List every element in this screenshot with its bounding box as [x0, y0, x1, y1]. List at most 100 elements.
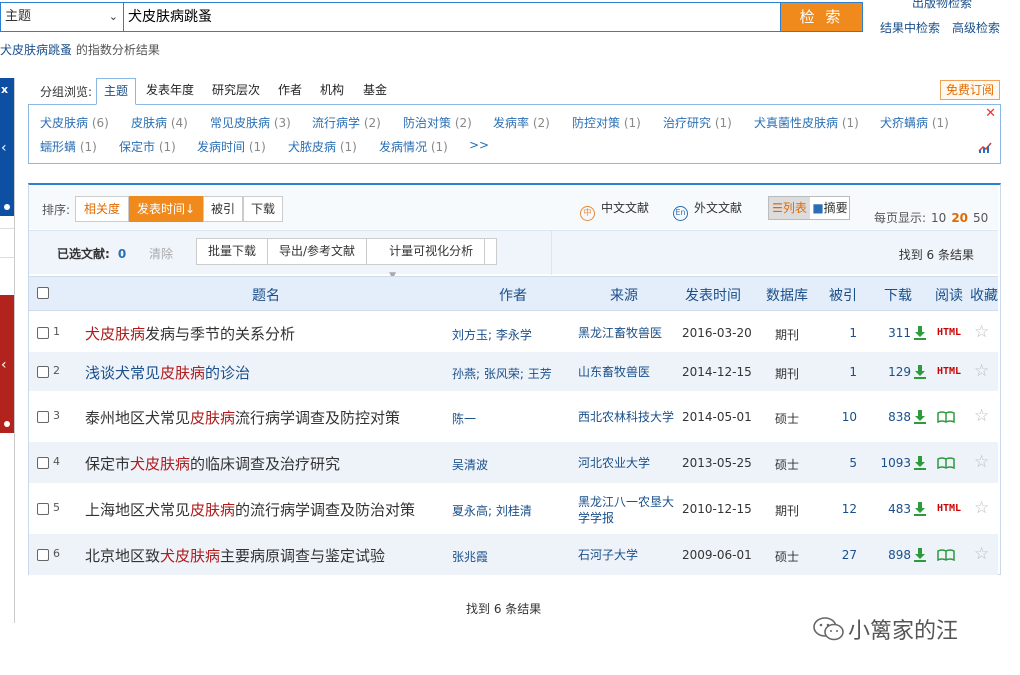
sort-relevance[interactable]: 相关度	[75, 196, 129, 222]
advanced-search-link[interactable]: 高级检索	[952, 19, 1000, 36]
tab-level[interactable]: 研究层次	[212, 78, 260, 105]
tab-author[interactable]: 作者	[278, 78, 302, 105]
cited-count[interactable]: 1	[819, 365, 857, 379]
source-link[interactable]: 黑龙江八一农垦大学学报	[578, 494, 678, 526]
list-view-button[interactable]: ☰列表	[769, 197, 810, 219]
sort-download[interactable]: 下载	[243, 196, 283, 222]
group-item[interactable]: 犬真菌性皮肤病 (1)	[754, 114, 859, 131]
group-item[interactable]: 防控对策 (1)	[572, 114, 641, 131]
trend-chart-icon[interactable]	[978, 141, 992, 153]
source-link[interactable]: 山东畜牧兽医	[578, 364, 678, 380]
index-keyword-link[interactable]: 犬皮肤病跳蚤	[0, 43, 72, 57]
row-checkbox[interactable]	[37, 327, 49, 342]
per-page-50[interactable]: 50	[973, 211, 988, 225]
author-link[interactable]: 孙燕; 张风荣; 王芳	[452, 365, 552, 382]
sort-date[interactable]: 发表时间↓	[129, 196, 203, 222]
download-count[interactable]: 898	[869, 548, 911, 562]
group-item[interactable]: 犬皮肤病 (6)	[40, 114, 109, 131]
book-icon[interactable]	[937, 457, 955, 469]
group-item[interactable]: 常见皮肤病 (3)	[210, 114, 291, 131]
title-link[interactable]: 上海地区犬常见皮肤病的流行病学调查及防治对策	[85, 499, 415, 520]
favorite-star-icon[interactable]: ☆	[974, 406, 989, 426]
download-icon[interactable]	[913, 364, 927, 379]
download-icon[interactable]	[913, 501, 927, 516]
cited-count[interactable]: 5	[819, 456, 857, 470]
download-icon[interactable]	[913, 325, 927, 340]
source-link[interactable]: 西北农林科技大学	[578, 409, 678, 425]
title-link[interactable]: 犬皮肤病发病与季节的关系分析	[85, 323, 295, 344]
batch-download-button[interactable]: 批量下载	[197, 239, 269, 264]
title-link[interactable]: 保定市犬皮肤病的临床调查及治疗研究	[85, 453, 340, 474]
title-link[interactable]: 浅谈犬常见皮肤病的诊治	[85, 362, 250, 383]
close-icon[interactable]: ✕	[985, 106, 996, 121]
left-grey-tab[interactable]	[0, 228, 14, 258]
group-item[interactable]: 发病率 (2)	[493, 114, 550, 131]
free-subscribe-button[interactable]: 免费订阅	[940, 80, 1000, 100]
favorite-star-icon[interactable]: ☆	[974, 361, 989, 381]
html-read-link[interactable]: HTML	[937, 503, 961, 514]
title-link[interactable]: 泰州地区犬常见皮肤病流行病学调查及防控对策	[85, 407, 400, 428]
download-count[interactable]: 838	[869, 410, 911, 424]
cited-count[interactable]: 1	[819, 326, 857, 340]
group-item[interactable]: 治疗研究 (1)	[663, 114, 732, 131]
group-item[interactable]: 发病情况 (1)	[379, 138, 448, 155]
group-item[interactable]: 保定市 (1)	[119, 138, 176, 155]
per-page-20[interactable]: 20	[951, 211, 968, 225]
left-banner-blue[interactable]: x ‹	[0, 78, 14, 216]
author-link[interactable]: 陈一	[452, 410, 476, 427]
author-link[interactable]: 刘方玉; 李永学	[452, 326, 532, 343]
download-count[interactable]: 1093	[869, 456, 911, 470]
source-link[interactable]: 河北农业大学	[578, 455, 678, 471]
group-item[interactable]: 防治对策 (2)	[403, 114, 472, 131]
abstract-view-button[interactable]: ■摘要	[810, 197, 850, 219]
per-page-10[interactable]: 10	[931, 211, 946, 225]
clear-button[interactable]: 清除	[149, 245, 173, 262]
tab-year[interactable]: 发表年度	[146, 78, 194, 105]
author-link[interactable]: 吴清波	[452, 456, 488, 473]
publication-search-link[interactable]: 出版物检索	[912, 0, 972, 11]
row-checkbox[interactable]	[37, 549, 49, 564]
group-item[interactable]: 发病时间 (1)	[197, 138, 266, 155]
group-item[interactable]: 皮肤病 (4)	[131, 114, 188, 131]
favorite-star-icon[interactable]: ☆	[974, 452, 989, 472]
book-icon[interactable]	[937, 549, 955, 561]
download-count[interactable]: 311	[869, 326, 911, 340]
banner-close-icon[interactable]: x	[1, 83, 8, 96]
left-banner-red[interactable]: ‹	[0, 295, 14, 433]
cited-count[interactable]: 12	[819, 502, 857, 516]
tab-subject[interactable]: 主题	[96, 78, 137, 105]
tab-fund[interactable]: 基金	[363, 78, 387, 105]
favorite-star-icon[interactable]: ☆	[974, 544, 989, 564]
export-button[interactable]: 导出/参考文献	[268, 239, 368, 264]
search-within-results-link[interactable]: 结果中检索	[880, 19, 940, 36]
html-read-link[interactable]: HTML	[937, 327, 961, 338]
title-link[interactable]: 北京地区致犬皮肤病主要病原调查与鉴定试验	[85, 545, 385, 566]
chinese-literature-tab[interactable]: 中中文文献	[580, 199, 649, 221]
source-link[interactable]: 石河子大学	[578, 547, 678, 563]
row-checkbox[interactable]	[37, 457, 49, 472]
source-link[interactable]: 黑龙江畜牧兽医	[578, 325, 678, 341]
favorite-star-icon[interactable]: ☆	[974, 498, 989, 518]
author-link[interactable]: 张兆霞	[452, 548, 488, 565]
html-read-link[interactable]: HTML	[937, 366, 961, 377]
download-count[interactable]: 129	[869, 365, 911, 379]
sort-cited[interactable]: 被引	[203, 196, 243, 222]
cited-count[interactable]: 10	[819, 410, 857, 424]
select-all-checkbox[interactable]	[37, 287, 49, 303]
row-checkbox[interactable]	[37, 503, 49, 518]
group-more-link[interactable]: >>	[469, 138, 489, 152]
row-checkbox[interactable]	[37, 366, 49, 381]
group-item[interactable]: 流行病学 (2)	[312, 114, 381, 131]
download-icon[interactable]	[913, 547, 927, 562]
search-field-select[interactable]: 主题 ⌄	[0, 2, 124, 32]
group-item[interactable]: 犬疥螨病 (1)	[880, 114, 949, 131]
row-checkbox[interactable]	[37, 411, 49, 426]
search-button[interactable]: 检 索	[780, 2, 863, 32]
download-icon[interactable]	[913, 409, 927, 424]
favorite-star-icon[interactable]: ☆	[974, 322, 989, 342]
search-input[interactable]: 犬皮肤病跳蚤	[123, 2, 780, 32]
tab-institution[interactable]: 机构	[320, 78, 344, 105]
visual-analysis-button[interactable]: 计量可视化分析 ▼	[367, 239, 496, 281]
foreign-literature-tab[interactable]: En 外文文献	[673, 199, 742, 221]
author-link[interactable]: 夏永高; 刘桂清	[452, 502, 532, 519]
